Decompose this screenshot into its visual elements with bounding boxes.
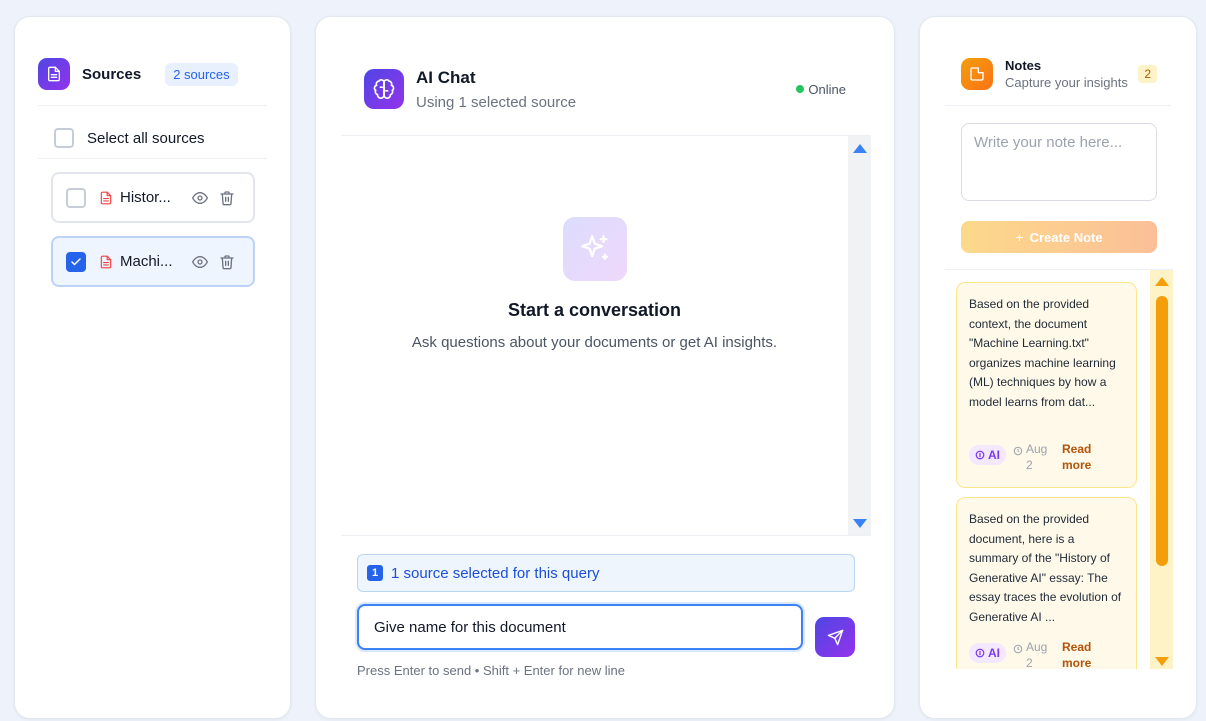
source-checkbox[interactable] xyxy=(66,251,86,272)
notes-scrollbar[interactable] xyxy=(1150,270,1173,669)
create-note-button[interactable]: + Create Note xyxy=(961,221,1157,253)
plus-icon: + xyxy=(1015,229,1024,245)
sources-panel: Sources 2 sources Select all sources His… xyxy=(14,16,291,719)
notes-list: Based on the provided context, the docum… xyxy=(945,269,1173,669)
chat-messages-area: Start a conversation Ask questions about… xyxy=(341,135,871,536)
ai-badge-label: AI xyxy=(988,646,1000,660)
eye-icon[interactable] xyxy=(192,254,208,270)
file-text-icon xyxy=(99,190,113,206)
scroll-thumb[interactable] xyxy=(1156,296,1168,566)
selected-count-badge: 1 xyxy=(367,565,383,581)
note-date-text: Aug 2 xyxy=(1026,442,1048,472)
notes-title: Notes xyxy=(1005,58,1042,73)
selected-source-text: 1 source selected for this query xyxy=(391,564,600,582)
note-meta: AI Aug 2 Read more xyxy=(969,639,1096,669)
scroll-up-arrow-icon[interactable] xyxy=(1155,277,1169,286)
status-indicator: Online xyxy=(796,82,846,97)
source-name: Machi... xyxy=(120,253,173,270)
source-checkbox[interactable] xyxy=(66,187,86,208)
trash-icon[interactable] xyxy=(219,190,235,206)
select-all-label: Select all sources xyxy=(87,129,205,147)
check-icon xyxy=(71,257,81,265)
clock-icon xyxy=(1013,644,1023,654)
note-card[interactable]: Based on the provided document, here is … xyxy=(956,497,1137,669)
document-icon xyxy=(38,58,70,90)
empty-state-subtitle: Ask questions about your documents or ge… xyxy=(411,334,778,351)
source-item[interactable]: Machi... xyxy=(51,236,255,287)
empty-state-title: Start a conversation xyxy=(507,300,682,320)
chat-scrollbar[interactable] xyxy=(848,136,871,535)
divider xyxy=(945,105,1171,106)
select-all-checkbox[interactable] xyxy=(54,128,74,148)
sources-header: Sources 2 sources xyxy=(38,57,267,91)
source-name: Histor... xyxy=(120,189,171,206)
chat-title: AI Chat xyxy=(416,67,476,87)
chat-subtitle: Using 1 selected source xyxy=(416,93,577,111)
ai-badge: AI xyxy=(969,445,1006,465)
send-icon xyxy=(827,629,843,645)
note-date-text: Aug 2 xyxy=(1026,640,1048,669)
notes-header: Notes Capture your insights 2 xyxy=(961,58,1157,90)
trash-icon[interactable] xyxy=(219,254,235,270)
scroll-up-arrow-icon[interactable] xyxy=(853,144,867,153)
note-card[interactable]: Based on the provided context, the docum… xyxy=(956,282,1137,488)
ai-badge: AI xyxy=(969,643,1006,663)
selected-source-chip: 1 1 source selected for this query xyxy=(357,554,855,592)
chat-header: AI Chat Using 1 selected source Online xyxy=(364,67,846,111)
send-button[interactable] xyxy=(815,617,855,657)
select-all-sources[interactable]: Select all sources xyxy=(54,123,205,153)
source-item[interactable]: Histor... xyxy=(51,172,255,223)
read-more-link[interactable]: Read more xyxy=(1062,441,1096,473)
ai-info-icon xyxy=(975,450,985,460)
online-dot-icon xyxy=(796,85,805,93)
file-text-icon xyxy=(99,254,113,270)
chat-input[interactable] xyxy=(357,604,803,650)
read-more-link[interactable]: Read more xyxy=(1062,639,1096,669)
input-hint: Press Enter to send • Shift + Enter for … xyxy=(357,663,625,678)
divider xyxy=(38,158,267,159)
note-date: Aug 2 xyxy=(1013,441,1050,473)
status-text: Online xyxy=(808,81,846,97)
ai-info-icon xyxy=(975,648,985,658)
sources-count-badge: 2 sources xyxy=(165,62,238,86)
create-note-label: Create Note xyxy=(1029,229,1103,245)
notes-subtitle: Capture your insights xyxy=(1005,75,1128,90)
note-date: Aug 2 xyxy=(1013,639,1050,669)
note-icon xyxy=(961,58,993,90)
note-input[interactable] xyxy=(961,123,1157,201)
brain-icon xyxy=(364,69,404,109)
note-text: Based on the provided document, here is … xyxy=(969,512,1122,624)
notes-panel: Notes Capture your insights 2 + Create N… xyxy=(919,16,1197,719)
scroll-down-arrow-icon[interactable] xyxy=(1155,657,1169,666)
sparkles-icon xyxy=(563,217,627,281)
eye-icon[interactable] xyxy=(192,190,208,206)
note-meta: AI Aug 2 Read more xyxy=(969,441,1096,473)
divider xyxy=(38,105,267,106)
chat-panel: AI Chat Using 1 selected source Online S… xyxy=(315,16,895,719)
note-text: Based on the provided context, the docum… xyxy=(969,297,1116,409)
sources-title: Sources xyxy=(82,65,142,83)
ai-badge-label: AI xyxy=(988,448,1000,462)
clock-icon xyxy=(1013,446,1023,456)
scroll-down-arrow-icon[interactable] xyxy=(853,519,867,528)
notes-count-badge: 2 xyxy=(1138,65,1157,83)
